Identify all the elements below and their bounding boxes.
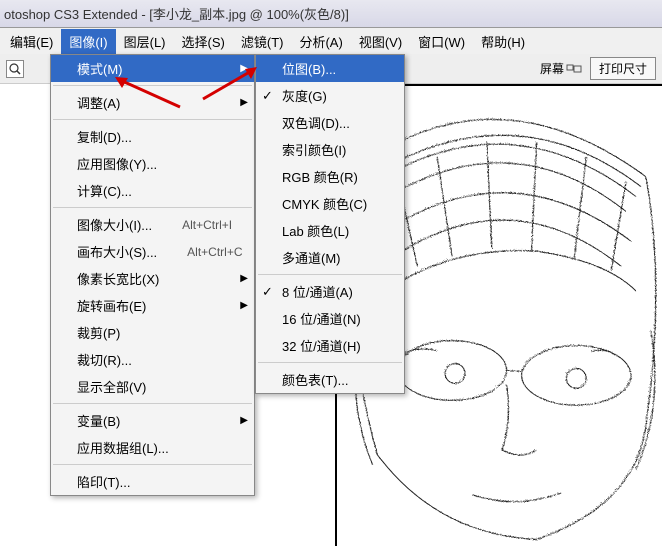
- menu-item-label: 像素长宽比(X): [77, 269, 159, 288]
- menu-separator: [53, 403, 252, 404]
- menu-separator: [53, 464, 252, 465]
- menu-item-label: CMYK 颜色(C): [282, 194, 367, 213]
- menu-item[interactable]: 多通道(M): [256, 244, 404, 271]
- menu-item[interactable]: 索引颜色(I): [256, 136, 404, 163]
- menu-item-label: 32 位/通道(H): [282, 336, 361, 355]
- menu-item-label: 画布大小(S)...: [77, 242, 157, 261]
- menu-item[interactable]: 调整(A) ▶: [51, 89, 254, 116]
- menu-item[interactable]: 复制(D)...: [51, 123, 254, 150]
- menu-item[interactable]: 画布大小(S)... Alt+Ctrl+C: [51, 238, 254, 265]
- menu-item[interactable]: 裁切(R)...: [51, 346, 254, 373]
- menu-item[interactable]: 旋转画布(E) ▶: [51, 292, 254, 319]
- checkmark-icon: ✓: [262, 88, 273, 104]
- menu-separator: [53, 207, 252, 208]
- checkmark-icon: ✓: [262, 284, 273, 300]
- menu-item-label: Lab 颜色(L): [282, 221, 349, 240]
- submenu-arrow-icon: ▶: [240, 97, 248, 108]
- menu-item-label: 颜色表(T)...: [282, 370, 348, 389]
- menu-select[interactable]: 选择(S): [174, 29, 233, 54]
- menu-item-label: 显示全部(V): [77, 377, 146, 396]
- menu-item-label: RGB 颜色(R): [282, 167, 358, 186]
- menu-analysis[interactable]: 分析(A): [291, 29, 350, 54]
- submenu-arrow-icon: ▶: [240, 415, 248, 426]
- menu-item-label: 计算(C)...: [77, 181, 132, 200]
- menubar: 编辑(E) 图像(I) 图层(L) 选择(S) 滤镜(T) 分析(A) 视图(V…: [0, 28, 662, 54]
- menu-item-label: 裁剪(P): [77, 323, 120, 342]
- menu-separator: [53, 85, 252, 86]
- menu-item-label: 图像大小(I)...: [77, 215, 152, 234]
- menu-item[interactable]: 位图(B)...: [256, 55, 404, 82]
- menu-item[interactable]: ✓ 8 位/通道(A): [256, 278, 404, 305]
- menu-item[interactable]: ✓ 灰度(G): [256, 82, 404, 109]
- menu-item[interactable]: 显示全部(V): [51, 373, 254, 400]
- menu-item[interactable]: 裁剪(P): [51, 319, 254, 346]
- menu-item-label: 陷印(T)...: [77, 472, 130, 491]
- menu-item[interactable]: 32 位/通道(H): [256, 332, 404, 359]
- menu-edit[interactable]: 编辑(E): [2, 29, 61, 54]
- menu-item[interactable]: Lab 颜色(L): [256, 217, 404, 244]
- menu-filter[interactable]: 滤镜(T): [233, 29, 292, 54]
- menu-item-label: 索引颜色(I): [282, 140, 346, 159]
- title-text: otoshop CS3 Extended - [李小龙_副本.jpg @ 100…: [4, 4, 349, 23]
- menu-item-label: 多通道(M): [282, 248, 341, 267]
- menu-separator: [53, 119, 252, 120]
- menu-item[interactable]: 变量(B) ▶: [51, 407, 254, 434]
- menu-separator: [258, 274, 402, 275]
- menu-item[interactable]: 双色调(D)...: [256, 109, 404, 136]
- menu-item-label: 裁切(R)...: [77, 350, 132, 369]
- screens-button[interactable]: 屏幕: [540, 60, 582, 77]
- menu-help[interactable]: 帮助(H): [473, 29, 533, 54]
- menu-item-label: 模式(M): [77, 59, 123, 78]
- menu-item[interactable]: 图像大小(I)... Alt+Ctrl+I: [51, 211, 254, 238]
- menu-window[interactable]: 窗口(W): [410, 29, 473, 54]
- titlebar: otoshop CS3 Extended - [李小龙_副本.jpg @ 100…: [0, 0, 662, 28]
- menu-item-label: 位图(B)...: [282, 59, 336, 78]
- menu-item-shortcut: Alt+Ctrl+C: [187, 245, 242, 259]
- menu-layer[interactable]: 图层(L): [116, 29, 174, 54]
- menu-item[interactable]: RGB 颜色(R): [256, 163, 404, 190]
- menu-view[interactable]: 视图(V): [351, 29, 410, 54]
- menu-item-label: 应用数据组(L)...: [77, 438, 169, 457]
- menu-item[interactable]: 颜色表(T)...: [256, 366, 404, 393]
- screens-icon: [566, 64, 582, 74]
- menu-item[interactable]: 模式(M) ▶: [51, 55, 254, 82]
- menu-item[interactable]: 16 位/通道(N): [256, 305, 404, 332]
- menu-item-shortcut: Alt+Ctrl+I: [182, 218, 232, 232]
- menu-item[interactable]: 应用数据组(L)...: [51, 434, 254, 461]
- print-size-button[interactable]: 打印尺寸: [590, 57, 656, 80]
- menu-item-label: 灰度(G): [282, 86, 327, 105]
- menu-item-label: 调整(A): [77, 93, 120, 112]
- magnify-icon[interactable]: [6, 60, 24, 78]
- menu-item-label: 应用图像(Y)...: [77, 154, 157, 173]
- menu-item-label: 复制(D)...: [77, 127, 132, 146]
- menu-item[interactable]: 陷印(T)...: [51, 468, 254, 495]
- submenu-arrow-icon: ▶: [240, 300, 248, 311]
- menu-item-label: 变量(B): [77, 411, 120, 430]
- menu-item-label: 旋转画布(E): [77, 296, 146, 315]
- menu-item[interactable]: 应用图像(Y)...: [51, 150, 254, 177]
- menu-image[interactable]: 图像(I): [61, 29, 115, 54]
- dropdown-image-menu: 模式(M) ▶ 调整(A) ▶ 复制(D)... 应用图像(Y)... 计算(C)... 图像…: [50, 54, 255, 496]
- menu-item[interactable]: 像素长宽比(X) ▶: [51, 265, 254, 292]
- dropdown-mode-submenu: 位图(B)... ✓ 灰度(G) 双色调(D)... 索引颜色(I) RGB 颜色(R) C…: [255, 54, 405, 394]
- menu-item-label: 8 位/通道(A): [282, 282, 353, 301]
- submenu-arrow-icon: ▶: [240, 273, 248, 284]
- menu-item[interactable]: CMYK 颜色(C): [256, 190, 404, 217]
- menu-separator: [258, 362, 402, 363]
- submenu-arrow-icon: ▶: [240, 63, 248, 74]
- menu-item-label: 16 位/通道(N): [282, 309, 361, 328]
- menu-item[interactable]: 计算(C)...: [51, 177, 254, 204]
- menu-item-label: 双色调(D)...: [282, 113, 350, 132]
